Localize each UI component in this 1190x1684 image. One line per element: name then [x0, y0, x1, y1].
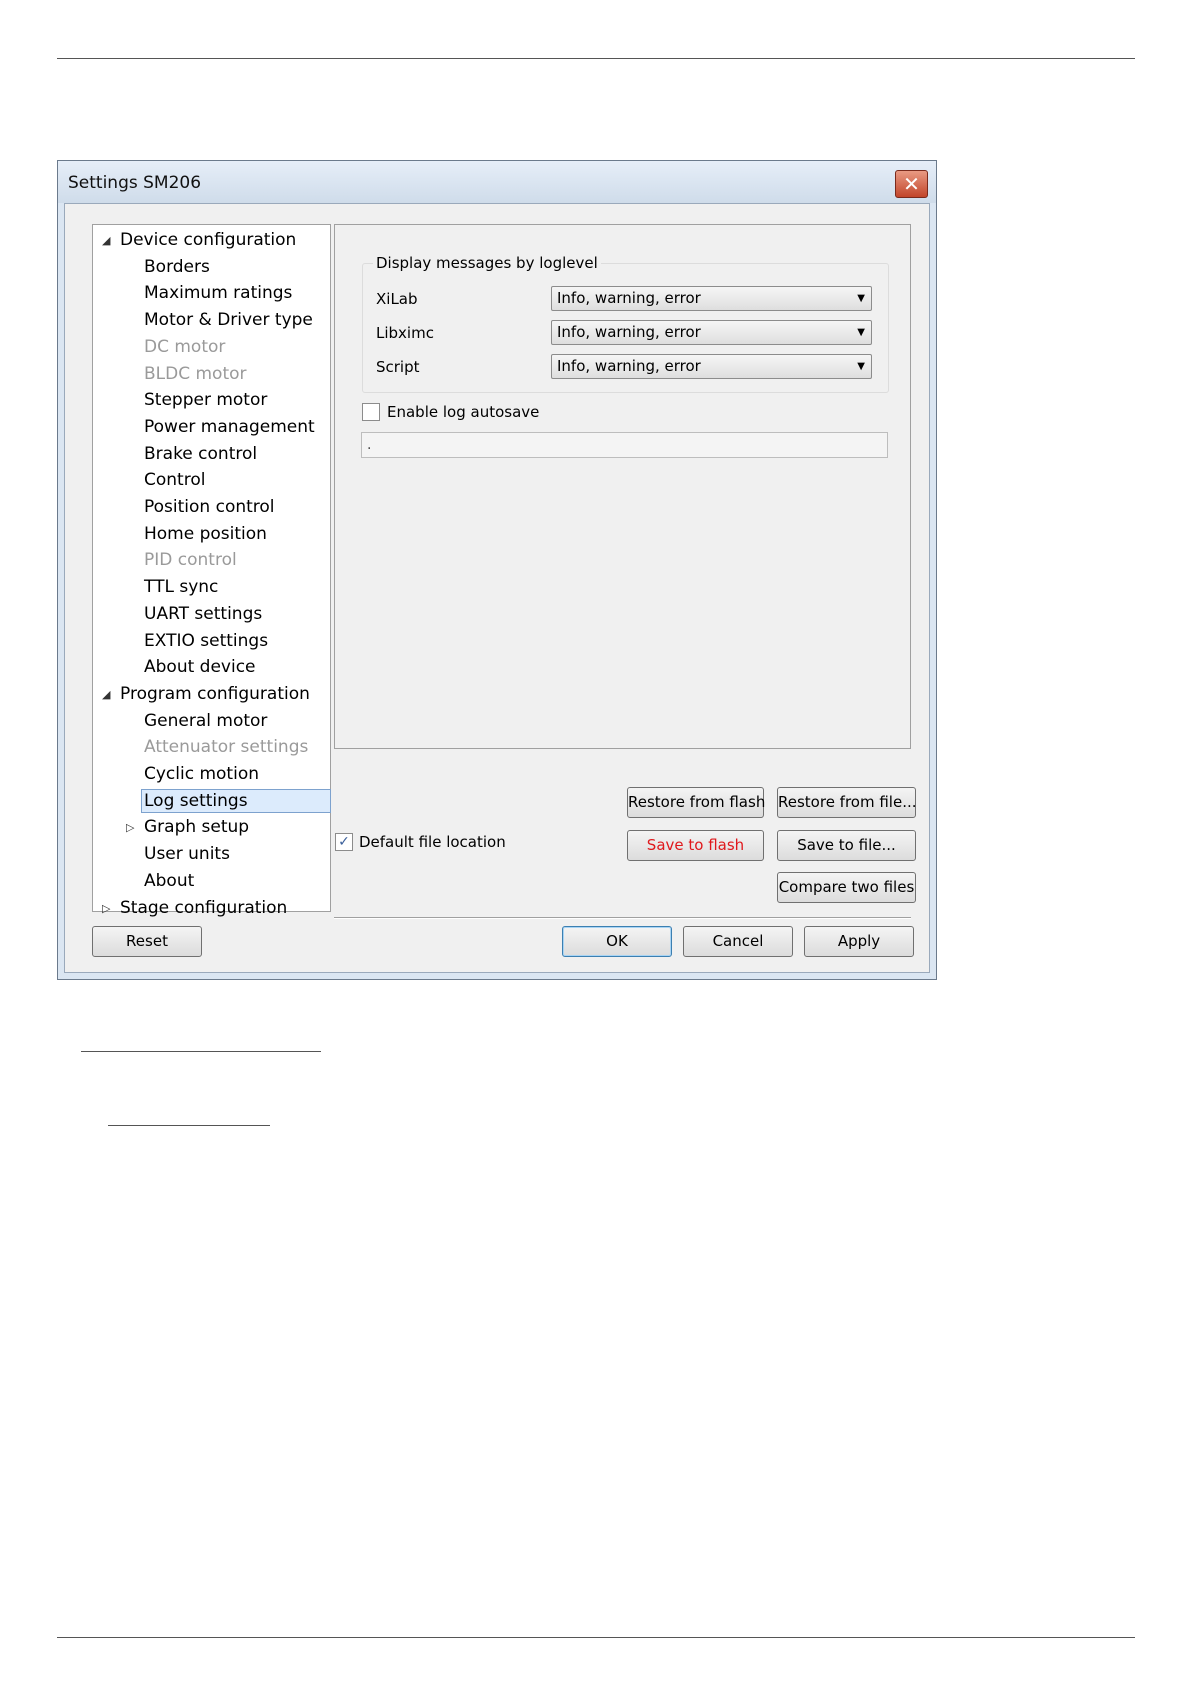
loglevel-groupbox: Display messages by loglevel XiLab Info,… [362, 254, 889, 393]
libximc-loglevel-select[interactable]: Info, warning, error ▼ [551, 320, 872, 345]
footer-separator-highlight [334, 918, 911, 919]
tree-item[interactable]: About device [144, 655, 256, 679]
apply-button[interactable]: Apply [804, 926, 914, 957]
dialog-client-area: ◢ Device configuration Borders Maximum rati… [64, 203, 930, 973]
close-button[interactable]: ✕ [895, 170, 928, 198]
subcaption-underline [108, 1125, 270, 1126]
close-icon: ✕ [903, 172, 920, 196]
tree-item[interactable]: Motor & Driver type [144, 308, 313, 332]
tree-item[interactable]: Power management [144, 415, 315, 439]
expanded-arrow-icon[interactable]: ◢ [102, 688, 110, 701]
tree-item[interactable]: BLDC motor [144, 362, 247, 386]
tree-item[interactable]: User units [144, 842, 230, 866]
chevron-down-icon: ▼ [857, 361, 865, 372]
script-label: Script [376, 358, 420, 376]
tree-item[interactable]: About [144, 869, 194, 893]
header-rule [57, 58, 1135, 59]
tree-item[interactable]: Position control [144, 495, 275, 519]
log-path-input[interactable] [361, 432, 888, 458]
footer-rule [57, 1637, 1135, 1638]
enable-log-autosave-checkbox[interactable] [362, 403, 380, 421]
script-loglevel-value: Info, warning, error [557, 357, 701, 375]
default-file-location-label: Default file location [359, 833, 506, 851]
xilab-loglevel-select[interactable]: Info, warning, error ▼ [551, 286, 872, 311]
tree-item[interactable]: TTL sync [144, 575, 218, 599]
tree-item[interactable]: EXTIO settings [144, 629, 268, 653]
tree-item[interactable]: Borders [144, 255, 210, 279]
tree-item[interactable]: Maximum ratings [144, 281, 292, 305]
restore-from-flash-button[interactable]: Restore from flash [627, 787, 765, 818]
check-icon: ✓ [338, 834, 350, 850]
tree-item[interactable]: Graph setup [144, 815, 249, 839]
cancel-button[interactable]: Cancel [683, 926, 793, 957]
tree-item[interactable]: Device configuration [120, 228, 296, 252]
title-bar[interactable]: Settings SM206 ✕ [58, 161, 936, 203]
loglevel-group-title: Display messages by loglevel [373, 254, 601, 272]
collapsed-arrow-icon[interactable]: ▷ [126, 821, 134, 834]
tree-item[interactable]: General motor [144, 709, 267, 733]
script-loglevel-select[interactable]: Info, warning, error ▼ [551, 354, 872, 379]
tree-item[interactable]: Home position [144, 522, 267, 546]
tree-item[interactable]: UART settings [144, 602, 262, 626]
settings-window: Settings SM206 ✕ ◢ Device configuration Bo… [57, 160, 937, 980]
caption-underline [81, 1051, 321, 1052]
window-title: Settings SM206 [68, 173, 202, 193]
tree-item[interactable]: Cyclic motion [144, 762, 259, 786]
xilab-label: XiLab [376, 290, 418, 308]
ok-button[interactable]: OK [562, 926, 672, 957]
xilab-loglevel-value: Info, warning, error [557, 289, 701, 307]
tree-item[interactable]: Program configuration [120, 682, 310, 706]
libximc-loglevel-value: Info, warning, error [557, 323, 701, 341]
expanded-arrow-icon[interactable]: ◢ [102, 234, 110, 247]
tree-item[interactable]: Stage configuration [120, 896, 287, 920]
save-to-file-button[interactable]: Save to file... [777, 830, 916, 861]
enable-log-autosave-label: Enable log autosave [387, 403, 540, 421]
tree-item[interactable]: Stepper motor [144, 388, 267, 412]
collapsed-arrow-icon[interactable]: ▷ [102, 902, 110, 915]
settings-tree[interactable]: ◢ Device configuration Borders Maximum rati… [92, 224, 331, 918]
log-settings-panel: Display messages by loglevel XiLab Info,… [334, 224, 911, 749]
libximc-label: Libximc [376, 324, 434, 342]
tree-item[interactable]: DC motor [144, 335, 225, 359]
tree-item[interactable]: Attenuator settings [144, 735, 308, 759]
save-to-flash-button[interactable]: Save to flash [627, 830, 764, 861]
tree-item[interactable]: Brake control [144, 442, 257, 466]
tree-item[interactable]: PID control [144, 548, 237, 572]
default-file-location-checkbox[interactable]: ✓ [335, 833, 353, 851]
compare-two-files-button[interactable]: Compare two files [777, 872, 916, 903]
chevron-down-icon: ▼ [857, 293, 865, 304]
chevron-down-icon: ▼ [857, 327, 865, 338]
reset-button[interactable]: Reset [92, 926, 202, 957]
restore-from-file-button[interactable]: Restore from file... [777, 787, 917, 818]
tree-item[interactable]: Log settings [141, 788, 331, 813]
tree-item[interactable]: Control [144, 468, 205, 492]
